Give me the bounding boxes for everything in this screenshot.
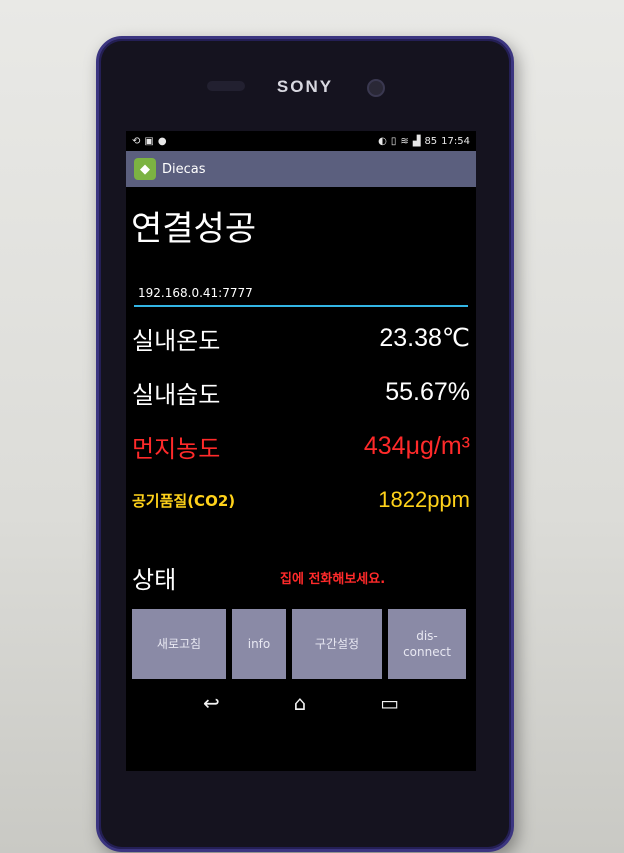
co2-label: 공기품질(CO2)	[132, 491, 236, 510]
android-app-icon: ◆	[134, 158, 156, 180]
home-icon[interactable]: ⌂	[294, 691, 307, 715]
humidity-row: 실내습도 55.67%	[126, 365, 476, 419]
state-message: 집에 전화해보세요.	[280, 571, 386, 587]
system-icons: ◐ ▯ ≋ ▟ 85 17:54	[378, 136, 470, 147]
status-time: 17:54	[441, 135, 470, 147]
co2-row: 공기품질(CO2) 1822ppm	[126, 473, 476, 527]
back-icon[interactable]: ↩	[203, 691, 220, 715]
screen: ⟲ ▣ ● ◐ ▯ ≋ ▟ 85 17:54 ◆ Diecas 연결성공 실내온…	[126, 131, 476, 771]
android-notification-icon: ●	[157, 135, 167, 147]
dust-label: 먼지농도	[132, 434, 221, 463]
brand-logo: SONY	[276, 77, 334, 96]
front-camera	[367, 79, 385, 97]
humidity-value: 55.67%	[385, 377, 470, 406]
vibrate-icon: ▯	[390, 135, 397, 147]
temperature-row: 실내온도 23.38℃	[126, 311, 476, 365]
nfc-icon: ◐	[378, 135, 387, 147]
server-address-input[interactable]	[134, 286, 476, 300]
status-bar: ⟲ ▣ ● ◐ ▯ ≋ ▟ 85 17:54	[126, 131, 476, 151]
battery-icon: 85	[424, 135, 438, 147]
info-button[interactable]: info	[232, 609, 286, 679]
range-setting-button[interactable]: 구간설정	[292, 609, 382, 679]
humidity-label: 실내습도	[132, 380, 221, 409]
phone-frame: SONY ⟲ ▣ ● ◐ ▯ ≋ ▟ 85 17:54 ◆ Diecas 연결성…	[96, 36, 514, 852]
sync-icon: ⟲	[132, 135, 141, 147]
disconnect-button[interactable]: dis-connect	[388, 609, 466, 679]
refresh-button[interactable]: 새로고침	[132, 609, 226, 679]
recents-icon[interactable]: ▭	[380, 691, 399, 715]
signal-icon: ▟	[412, 135, 421, 147]
temperature-value: 23.38℃	[379, 324, 470, 352]
connection-status: 연결성공	[131, 209, 257, 249]
notification-icons: ⟲ ▣ ●	[132, 136, 167, 147]
state-row: 상태 집에 전화해보세요.	[126, 557, 476, 597]
image-notification-icon: ▣	[144, 135, 154, 147]
button-row: 새로고침 info 구간설정 dis-connect	[126, 609, 476, 679]
co2-value: 1822ppm	[378, 487, 470, 512]
temperature-label: 실내온도	[132, 326, 221, 355]
address-field-wrapper	[134, 282, 476, 307]
dust-row: 먼지농도 434μg/m³	[126, 419, 476, 473]
navigation-bar: ↩ ⌂ ▭	[126, 683, 476, 723]
dust-value: 434μg/m³	[363, 431, 470, 460]
state-label: 상태	[132, 565, 177, 594]
app-title: Diecas	[162, 161, 206, 177]
wifi-icon: ≋	[400, 135, 409, 147]
action-bar: ◆ Diecas	[126, 151, 476, 187]
